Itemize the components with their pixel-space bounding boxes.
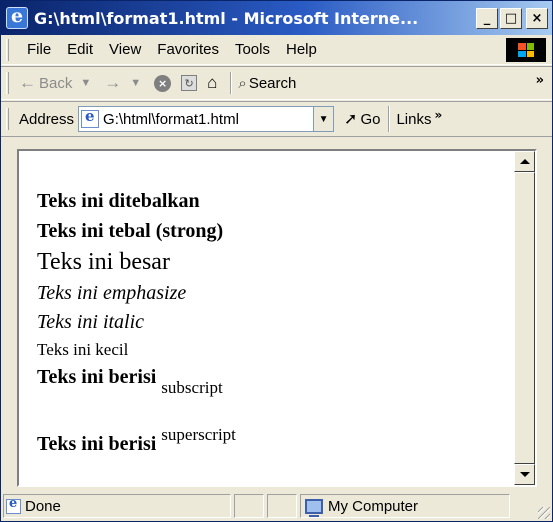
address-value: G:\html\format1.html: [103, 110, 239, 128]
address-dropdown-icon[interactable]: ▼: [313, 107, 334, 131]
big-text: Teks ini besar: [37, 249, 170, 275]
go-label: Go: [360, 110, 381, 128]
toolbar-separator: [230, 72, 233, 94]
back-label: Back: [39, 74, 73, 92]
stop-icon: ×: [154, 74, 172, 92]
status-panel-empty: [234, 494, 264, 518]
forward-button[interactable]: → ▼: [104, 73, 144, 93]
back-dropdown-icon[interactable]: ▼: [80, 77, 91, 89]
windows-logo-icon: [506, 38, 546, 62]
superscript-prefix: Teks ini berisi: [37, 433, 157, 455]
bold-text: Teks ini ditebalkan: [37, 190, 200, 212]
go-arrow-icon: ➚: [344, 111, 358, 128]
security-zone-text: My Computer: [328, 497, 419, 515]
links-overflow-chevron[interactable]: »: [434, 108, 442, 122]
my-computer-icon: [305, 498, 323, 517]
toolbar-overflow-chevron[interactable]: »: [536, 73, 544, 88]
menu-bar: File Edit View Favorites Tools Help: [1, 35, 552, 65]
window-controls: _ □ ×: [476, 7, 548, 29]
scroll-up-button[interactable]: [514, 151, 535, 172]
address-label: Address: [19, 110, 75, 128]
search-icon: ⌕: [238, 74, 247, 92]
scroll-up-arrow-icon: [519, 159, 530, 164]
menu-tools[interactable]: Tools: [227, 41, 278, 58]
home-icon: ⌂: [207, 73, 218, 92]
superscript-line: Teks ini berisi superscript: [37, 425, 514, 456]
scrollbar-thumb[interactable]: [514, 172, 535, 464]
menu-file[interactable]: File: [19, 41, 59, 58]
superscript-text: superscript: [161, 425, 236, 444]
back-button[interactable]: ← Back ▼: [19, 73, 94, 93]
search-label: Search: [248, 74, 297, 92]
refresh-icon: ↻: [181, 75, 198, 91]
minimize-button[interactable]: _: [476, 7, 498, 29]
address-bar: Address G:\html\format1.html ▼ ➚ Go Link…: [1, 101, 552, 137]
scroll-down-button[interactable]: [514, 464, 535, 485]
browser-window: G:\html\format1.html - Microsoft Interne…: [0, 0, 553, 522]
standard-toolbar: ← Back ▼ → ▼ × ↻ ⌂ ⌕ Search »: [1, 66, 552, 100]
title-bar[interactable]: G:\html\format1.html - Microsoft Interne…: [1, 1, 552, 35]
links-label: Links: [396, 110, 432, 128]
status-text: Done: [25, 497, 61, 515]
scroll-down-arrow-icon: [519, 472, 530, 477]
links-separator: [388, 106, 391, 132]
italic-text: Teks ini italic: [37, 311, 145, 333]
menu-help[interactable]: Help: [278, 41, 325, 58]
home-button[interactable]: ⌂: [207, 73, 220, 93]
stop-button[interactable]: ×: [154, 74, 172, 92]
resize-grip-icon[interactable]: [538, 507, 550, 519]
menu-favorites[interactable]: Favorites: [149, 41, 227, 58]
page-done-icon: [6, 496, 21, 514]
status-panel-zone: My Computer: [300, 494, 510, 518]
internet-explorer-icon: [6, 5, 28, 29]
content-area: Teks ini ditebalkan Teks ini tebal (stro…: [17, 149, 537, 487]
menu-edit[interactable]: Edit: [59, 41, 101, 58]
go-button[interactable]: ➚ Go: [344, 109, 380, 129]
links-button[interactable]: Links»: [396, 108, 442, 128]
refresh-button[interactable]: ↻: [181, 75, 198, 91]
close-button[interactable]: ×: [526, 7, 548, 29]
emphasize-text: Teks ini emphasize: [37, 282, 187, 304]
small-text: Teks ini kecil: [37, 340, 129, 359]
subscript-prefix: Teks ini berisi: [37, 366, 157, 388]
back-arrow-icon: ←: [19, 73, 36, 92]
forward-dropdown-icon[interactable]: ▼: [130, 77, 141, 89]
menubar-grip[interactable]: [6, 38, 9, 61]
toolbar-grip[interactable]: [6, 72, 9, 94]
window-title: G:\html\format1.html - Microsoft Interne…: [34, 8, 419, 28]
document-body: Teks ini ditebalkan Teks ini tebal (stro…: [19, 151, 514, 485]
subscript-text: subscript: [161, 378, 223, 397]
maximize-button[interactable]: □: [500, 7, 522, 29]
status-panel-empty: [267, 494, 297, 518]
page-icon: [81, 107, 100, 128]
status-panel-main: Done: [3, 494, 231, 518]
status-bar: Done My Computer: [1, 491, 552, 521]
search-button[interactable]: ⌕ Search: [238, 75, 296, 92]
strong-text: Teks ini tebal (strong): [37, 220, 224, 242]
address-input[interactable]: G:\html\format1.html ▼: [78, 106, 335, 132]
forward-arrow-icon: →: [104, 73, 122, 92]
addressbar-grip[interactable]: [6, 108, 9, 130]
subscript-line: Teks ini berisi subscript: [37, 362, 514, 397]
menu-view[interactable]: View: [101, 41, 149, 58]
vertical-scrollbar[interactable]: [514, 151, 535, 485]
